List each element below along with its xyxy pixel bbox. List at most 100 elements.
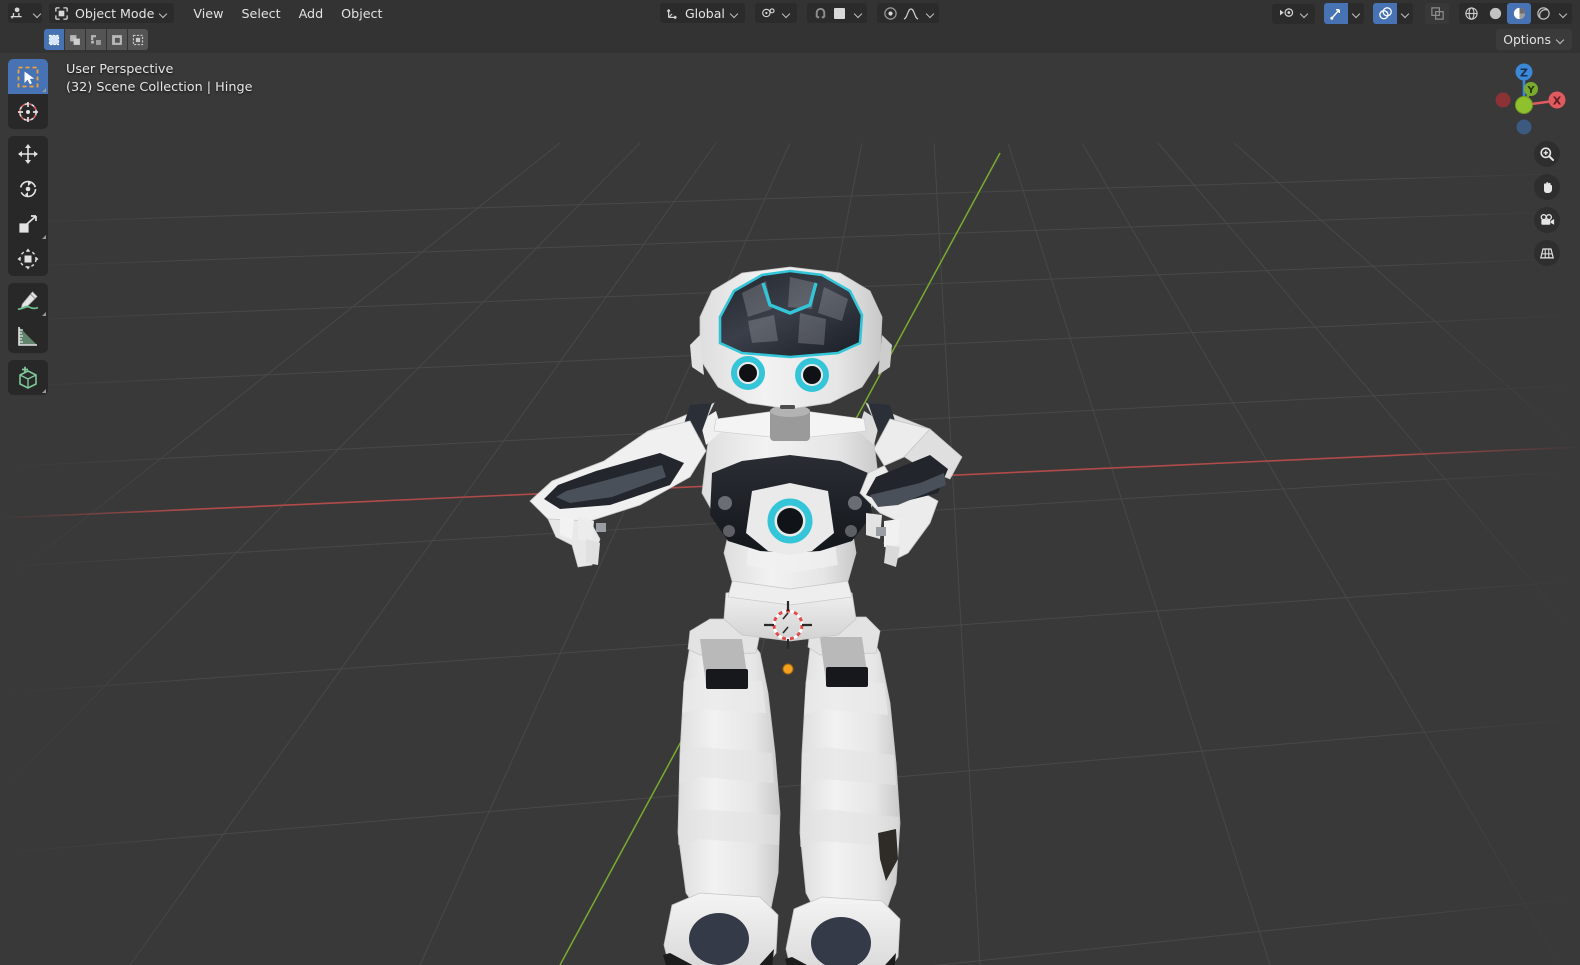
blender-window: Object Mode View Select Add Object Global <box>0 0 1580 965</box>
transform-orientation-dropdown[interactable]: Global <box>660 3 745 23</box>
header-menu-bar: View Select Add Object <box>184 0 391 26</box>
tool-measure[interactable] <box>8 318 48 353</box>
shading-wireframe-icon[interactable] <box>1459 3 1483 24</box>
gizmo-axis-z-negative <box>1516 119 1532 135</box>
add-cube-tool-icon <box>19 366 37 389</box>
viewport-nav-buttons <box>1534 141 1560 273</box>
tool-submenu-indicator <box>42 389 46 393</box>
options-dropdown[interactable]: Options <box>1496 29 1572 50</box>
select-box-mode[interactable] <box>44 29 64 50</box>
svg-text:X: X <box>1553 95 1562 108</box>
select-box-icon <box>48 34 60 45</box>
editor-type-button[interactable] <box>8 3 42 23</box>
tool-annotate[interactable] <box>8 283 48 318</box>
zoom-view-button[interactable] <box>1534 141 1560 167</box>
interaction-mode-chevron-down-icon <box>159 9 168 18</box>
navigation-gizmo[interactable]: Z Y X <box>1480 59 1568 147</box>
show-overlays-icon[interactable] <box>1373 3 1397 24</box>
pivot-point-dropdown[interactable] <box>754 3 797 23</box>
shading-material-preview-icon[interactable] <box>1507 3 1531 24</box>
viewport-header-bar: Object Mode View Select Add Object Global <box>0 0 1580 26</box>
select-extend-icon <box>70 34 80 45</box>
rotate-tool-icon <box>19 180 37 197</box>
select-subtract-mode[interactable] <box>86 29 106 50</box>
toggle-xray-icon[interactable] <box>1425 3 1449 24</box>
shading-solid-icon[interactable] <box>1483 3 1507 24</box>
tool-settings-bar: Options <box>0 26 1580 53</box>
menu-object[interactable]: Object <box>332 0 391 26</box>
overlays-chevron-down-icon[interactable] <box>1397 3 1413 24</box>
transform-orientation-label: Global <box>685 5 725 21</box>
shading-mode-group <box>1459 3 1572 24</box>
gizmo-axis-y-negative <box>1515 96 1533 114</box>
show-gizmo-icon[interactable] <box>1324 3 1348 24</box>
proportional-edit-group <box>876 3 939 23</box>
proportional-falloff-chevron-down-icon <box>926 9 935 18</box>
scale-tool-icon <box>19 214 37 233</box>
pan-view-button[interactable] <box>1534 174 1560 200</box>
viewport-grid <box>0 53 1580 965</box>
options-label: Options <box>1503 32 1551 47</box>
gizmo-chevron-down-icon[interactable] <box>1348 3 1364 24</box>
select-box-tool-icon <box>17 66 39 87</box>
select-invert-mode[interactable] <box>107 29 127 50</box>
tool-submenu-indicator <box>42 88 46 92</box>
select-intersect-mode[interactable] <box>128 29 148 50</box>
shading-chevron-down-icon[interactable] <box>1555 3 1572 24</box>
snap-increment-icon[interactable] <box>831 3 849 23</box>
toolbar-group-2 <box>8 283 48 353</box>
cursor-tool-icon <box>18 101 38 122</box>
tool-submenu-indicator <box>42 235 46 239</box>
camera-view-button[interactable] <box>1534 207 1560 233</box>
tool-rotate[interactable] <box>8 171 48 206</box>
shading-rendered-icon[interactable] <box>1531 3 1555 24</box>
gizmo-axis-x-negative <box>1495 92 1511 108</box>
snapping-group <box>806 3 867 23</box>
snap-chevron-down-icon <box>854 9 863 18</box>
editor-type-chevron-down-icon <box>33 9 42 18</box>
options-chevron-down-icon <box>1556 35 1565 44</box>
toolbar-group-1 <box>8 136 48 276</box>
shading-chevron-inner-icon <box>1559 9 1568 18</box>
toggle-perspective-button[interactable] <box>1534 240 1560 266</box>
magnet-snap-icon[interactable] <box>811 3 831 23</box>
transform-tool-icon <box>17 248 39 269</box>
menu-view[interactable]: View <box>184 0 232 26</box>
menu-select[interactable]: Select <box>232 0 289 26</box>
transform-controls-group: Global <box>660 3 939 23</box>
tool-tweak-select-box[interactable] <box>8 59 48 94</box>
select-extend-mode[interactable] <box>65 29 85 50</box>
overlays-toggle-group <box>1373 3 1413 24</box>
tool-scale[interactable] <box>8 206 48 241</box>
select-intersect-icon <box>132 34 144 45</box>
smooth-falloff-icon[interactable] <box>901 3 921 23</box>
toolbar-group-3 <box>8 360 48 395</box>
object-visibility-dropdown[interactable] <box>1272 3 1315 24</box>
interaction-mode-dropdown[interactable]: Object Mode <box>49 3 175 23</box>
visibility-chevron-down-icon <box>1300 9 1309 18</box>
menu-add[interactable]: Add <box>290 0 333 26</box>
pivot-point-chevron-down-icon <box>782 9 791 18</box>
transform-orientation-chevron-down-icon <box>730 9 739 18</box>
select-mode-group <box>44 29 148 50</box>
3d-viewport[interactable]: User Perspective (32) Scene Collection |… <box>0 53 1580 965</box>
viewport-toolbar <box>8 59 48 402</box>
select-invert-icon <box>112 34 122 45</box>
viewport-display-controls <box>1272 3 1572 24</box>
proportional-edit-icon[interactable] <box>881 3 901 23</box>
overlays-chevron-inner-icon <box>1401 9 1410 18</box>
tool-cursor[interactable] <box>8 94 48 129</box>
svg-text:Y: Y <box>1526 85 1535 96</box>
tool-submenu-indicator <box>42 312 46 316</box>
annotate-tool-icon <box>17 290 39 310</box>
tool-move[interactable] <box>8 136 48 171</box>
toolbar-group-0 <box>8 59 48 129</box>
gizmo-chevron-inner-icon <box>1352 9 1361 18</box>
svg-text:Z: Z <box>1520 67 1528 80</box>
interaction-mode-label: Object Mode <box>75 5 155 21</box>
tool-add-cube[interactable] <box>8 360 48 395</box>
select-subtract-icon <box>91 34 101 45</box>
tool-transform[interactable] <box>8 241 48 276</box>
gizmo-toggle-group <box>1324 3 1364 24</box>
measure-tool-icon <box>18 326 37 346</box>
